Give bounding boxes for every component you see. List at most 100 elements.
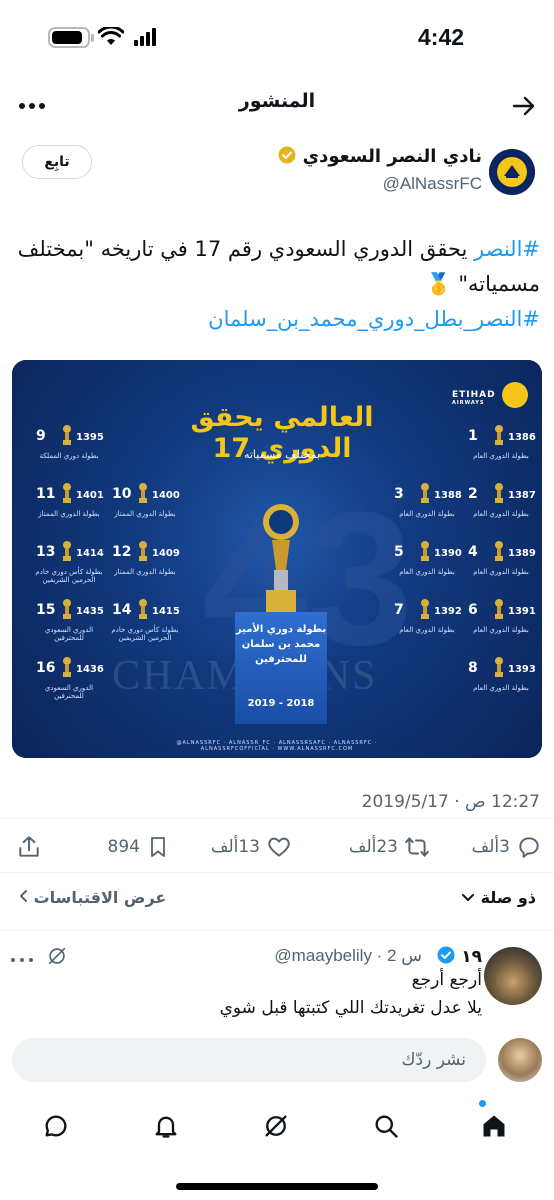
trophy-label: بطولة الدوري العام	[399, 510, 455, 518]
tweet-timestamp[interactable]: 12:27 ص · 2019/5/17	[362, 792, 540, 812]
trophy-cup-icon	[495, 541, 503, 561]
trophy-cup-icon	[495, 483, 503, 503]
reply-input[interactable]: نشر ردّك	[12, 1038, 486, 1082]
trophy-year: 1386	[508, 432, 536, 443]
arrow-right-icon	[512, 96, 535, 116]
reply-handle-time: @maaybelily · 2 س	[274, 946, 422, 965]
tweet-media-image[interactable]: 43 CHAMPIONS ETIHADAIRWAYS العالمي يحقق …	[12, 360, 542, 758]
reply-author-name[interactable]: ١٩	[437, 946, 482, 967]
home-icon	[483, 1115, 505, 1137]
trophy-number: 2	[468, 486, 478, 502]
relevance-sort-button[interactable]: ذو صلة	[461, 888, 536, 907]
author-handle[interactable]: @AlNassrFC	[383, 174, 482, 194]
trophy-item: 6 1391 بطولة الدوري العام	[464, 596, 538, 638]
author-avatar[interactable]	[489, 149, 535, 195]
trophy-cup-icon	[63, 599, 71, 619]
bookmark-icon	[151, 837, 165, 857]
reply-text-line: أرجع أرجع	[411, 970, 482, 990]
trophy-cup-icon	[421, 599, 429, 619]
more-dots-icon	[11, 958, 33, 962]
trophy-cup-icon	[495, 657, 503, 677]
divider	[0, 872, 554, 873]
trophy-item: 11 1401 بطولة الدوري الممتاز	[32, 480, 106, 522]
sponsor-sub: AIRWAYS	[452, 400, 485, 406]
divider	[0, 818, 554, 819]
trophy-item: 3 1388 بطولة الدوري العام	[390, 480, 464, 522]
view-quotes-label: عرض الاقتباسات	[33, 888, 167, 907]
trophy-number: 11	[36, 486, 56, 502]
chevron-down-icon	[462, 894, 474, 901]
trophy-label: بطولة الدوري الممتاز	[38, 510, 100, 518]
trophy-year: 1400	[152, 490, 180, 501]
battery-icon	[48, 27, 90, 48]
trophy-item: 9 1395 بطولة دوري المملكة	[32, 422, 106, 464]
share-icon	[19, 836, 39, 857]
trophy-label: بطولة كأس دوري خادم الحرمين الشريفين	[35, 568, 103, 584]
tab-grok[interactable]	[256, 1106, 296, 1146]
grok-icon	[265, 1115, 287, 1137]
hashtag-link[interactable]: #النصر_بطل_دوري_محمد_بن_سلمان	[208, 307, 540, 331]
trophy-label: بطولة الدوري العام	[473, 626, 529, 634]
trophy-item: 7 1392 بطولة الدوري العام	[390, 596, 464, 638]
tab-messages[interactable]	[36, 1106, 76, 1146]
reply-more-button[interactable]	[10, 948, 34, 967]
trophy-cup-icon	[495, 599, 503, 619]
pedestal-years: 2019 - 2018	[247, 698, 315, 709]
like-action[interactable]: 13ألف	[211, 834, 292, 860]
trophy-cup-icon	[63, 541, 71, 561]
relevance-label: ذو صلة	[480, 888, 536, 907]
back-button[interactable]	[506, 88, 542, 124]
retweet-icon	[405, 837, 429, 857]
trophy-cup-icon	[495, 425, 503, 445]
trophy-label: بطولة الدوري العام	[399, 626, 455, 634]
search-icon	[375, 1115, 398, 1138]
reply-action[interactable]: 3ألف	[472, 834, 542, 860]
home-indicator	[176, 1183, 378, 1190]
tab-home[interactable]	[474, 1106, 514, 1146]
trophy-label: بطولة الدوري العام	[473, 452, 529, 460]
trophy-cup-icon	[139, 541, 147, 561]
author-name[interactable]: نادي النصر السعودي	[278, 146, 482, 167]
tweet-text: #النصر يحقق الدوري السعودي رقم 17 في تار…	[14, 232, 540, 337]
heart-icon	[268, 837, 290, 857]
verified-gold-badge-icon	[278, 146, 296, 164]
trophy-label: الدوري السعودي للمحترفين	[44, 684, 94, 700]
trophy-item: 8 1393 بطولة الدوري العام	[464, 654, 538, 696]
chat-icon	[45, 1115, 67, 1137]
trophy-number: 15	[36, 602, 56, 618]
club-logo-icon	[502, 382, 528, 408]
trophy-number: 1	[468, 428, 478, 444]
trophy-item: 10 1400 بطولة الدوري الممتاز	[108, 480, 182, 522]
tab-search[interactable]	[366, 1106, 406, 1146]
trophy-item: 13 1414 بطولة كأس دوري خادم الحرمين الشريف…	[32, 538, 106, 584]
trophy-year: 1388	[434, 490, 462, 501]
status-time: 4:42	[418, 24, 465, 50]
trophy-year: 1392	[434, 606, 462, 617]
bookmark-action[interactable]: 894	[108, 834, 170, 860]
trophy-label: بطولة الدوري العام	[399, 568, 455, 576]
trophy-item: 4 1389 بطولة الدوري العام	[464, 538, 538, 580]
wifi-icon	[98, 27, 124, 45]
tab-notifications[interactable]	[146, 1106, 186, 1146]
reply-icon	[519, 837, 539, 858]
hashtag-link[interactable]: #النصر	[474, 237, 540, 261]
trophy-cup-icon	[139, 483, 147, 503]
trophy-label: بطولة الدوري الممتاز	[114, 510, 176, 518]
notification-dot	[479, 1100, 486, 1107]
trophy-item: 2 1387 بطولة الدوري العام	[464, 480, 538, 522]
share-action[interactable]	[16, 834, 42, 860]
view-quotes-button[interactable]: عرض الاقتباسات	[18, 888, 166, 907]
divider	[0, 930, 554, 931]
trophy-number: 9	[36, 428, 46, 444]
follow-button[interactable]: تابِع	[22, 145, 92, 179]
current-user-avatar[interactable]	[498, 1038, 542, 1082]
verified-blue-badge-icon	[437, 946, 455, 964]
trophy-number: 3	[394, 486, 404, 502]
trophy-year: 1415	[152, 606, 180, 617]
grok-button[interactable]	[46, 945, 68, 971]
retweet-action[interactable]: 23ألف	[349, 834, 430, 860]
like-count: 13ألف	[210, 837, 260, 857]
reply-avatar[interactable]	[484, 947, 542, 1005]
trophy-cup-icon	[63, 483, 71, 503]
trophy-cup-icon	[63, 425, 71, 445]
